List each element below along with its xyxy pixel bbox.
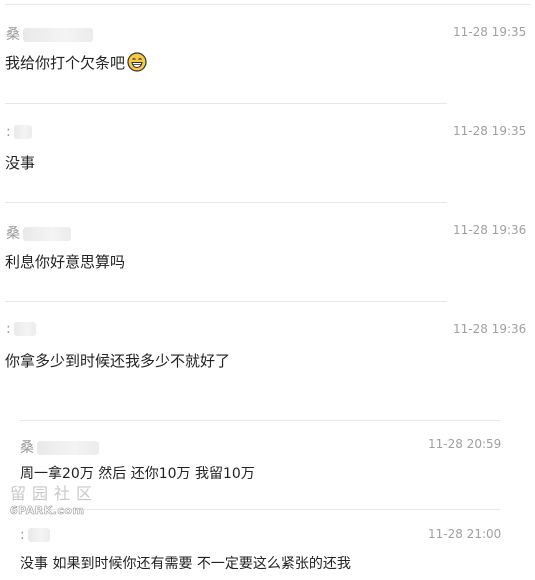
divider: [5, 301, 447, 302]
message-text: 我给你打个欠条吧: [5, 52, 147, 76]
sender-initial: 桑: [6, 226, 20, 242]
sender-name: 桑: [6, 223, 71, 243]
sender-name: 桑: [20, 437, 99, 457]
redacted-name: [27, 528, 50, 542]
message-time: 11-28 19:35: [453, 25, 527, 39]
site-watermark: 留园社区 6PARK.com: [10, 480, 110, 517]
sender-initial: :: [6, 124, 11, 140]
divider: [5, 4, 530, 5]
sender-initial: :: [20, 527, 25, 543]
watermark-url: 6PARK.com: [10, 504, 85, 518]
sender-initial: 桑: [6, 27, 20, 43]
message-text: 没事 如果到时候你还有需要 不一定要这么紧张的还我: [20, 556, 351, 572]
redacted-name: [23, 28, 93, 42]
redacted-name: [13, 125, 32, 139]
message-time: 11-28 19:36: [453, 223, 527, 237]
sender-name: :: [20, 527, 50, 543]
message-time: 11-28 19:36: [453, 322, 527, 336]
sender-initial: :: [6, 321, 11, 337]
message-time: 11-28 21:00: [428, 527, 502, 541]
message-text: 你拿多少到时候还我多少不就好了: [5, 352, 231, 370]
chat-log: 桑 11-28 19:35 我给你打个欠条吧 : 11-28 19:35 没事 …: [0, 0, 535, 580]
divider: [20, 420, 500, 421]
message-body: 我给你打个欠条吧: [5, 54, 126, 72]
sender-name: :: [6, 321, 36, 337]
message-text: 利息你好意思算吗: [5, 253, 126, 271]
grinning-emoji-icon: [127, 52, 147, 76]
divider: [5, 103, 447, 104]
message-text: 没事: [5, 154, 36, 172]
redacted-name: [13, 322, 36, 336]
message-time: 11-28 20:59: [428, 437, 502, 451]
redacted-name: [37, 441, 99, 455]
sender-name: :: [6, 124, 32, 140]
watermark-glyphs: 留园社区: [10, 484, 99, 503]
sender-initial: 桑: [20, 440, 34, 456]
message-time: 11-28 19:35: [453, 124, 527, 138]
divider: [5, 202, 447, 203]
sender-name: 桑: [6, 24, 93, 44]
redacted-name: [23, 227, 71, 241]
